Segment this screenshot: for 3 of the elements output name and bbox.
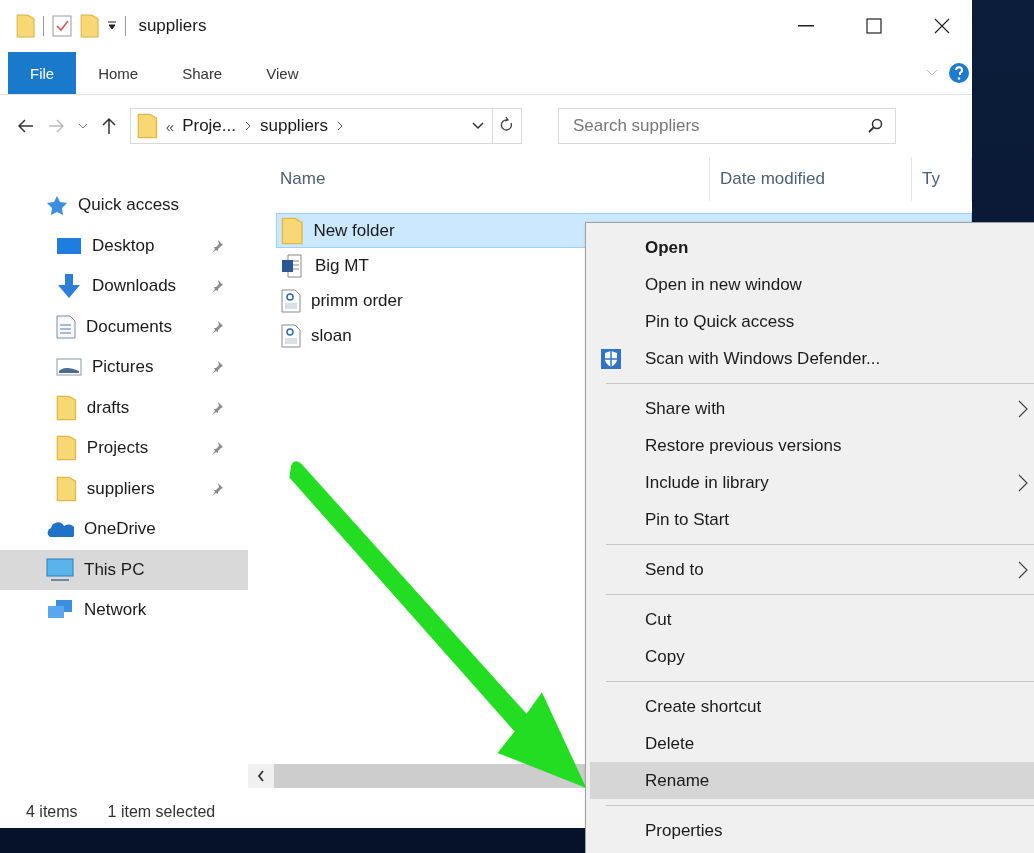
status-text: 4 items xyxy=(26,803,78,821)
status-text: 1 item selected xyxy=(107,803,216,821)
window-title: suppliers xyxy=(138,16,208,36)
